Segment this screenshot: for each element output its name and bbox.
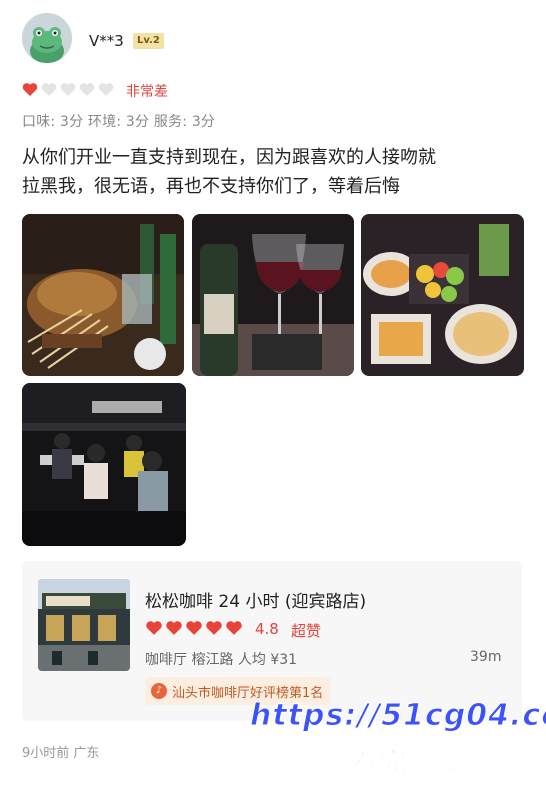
heart-filled-icon	[22, 83, 38, 96]
heart-empty-icon	[98, 83, 114, 96]
heart-filled-icon	[186, 621, 202, 635]
sub-scores: 口味: 3分 环境: 3分 服务: 3分	[22, 114, 216, 130]
watermark-text: 看完整版	[351, 748, 465, 779]
rating-label: 非常差	[126, 84, 168, 100]
heart-filled-icon	[146, 621, 162, 635]
shop-score: 4.8	[255, 620, 279, 638]
review-line-1: 从你们开业一直支持到现在，因为跟喜欢的人接吻就	[22, 147, 436, 168]
shop-name[interactable]: 松松咖啡 24 小时 (迎宾路店)	[145, 587, 366, 612]
review-line-2: 拉黑我，很无语，再也不支持你们了，等着后悔	[22, 176, 400, 197]
heart-empty-icon	[79, 83, 95, 96]
user-avatar[interactable]	[22, 13, 72, 63]
photo-live-band[interactable]	[22, 383, 186, 546]
heart-empty-icon	[41, 83, 57, 96]
heart-filled-icon	[206, 621, 222, 635]
shop-thumbnail[interactable]	[38, 579, 130, 671]
username[interactable]: V**3	[89, 32, 124, 50]
photo-snack-platter[interactable]	[361, 214, 524, 376]
frog-avatar-icon	[22, 13, 72, 63]
watermark-url: https://51cg04.cc	[250, 698, 546, 734]
post-time-location: 9小时前 广东	[22, 746, 100, 761]
heart-filled-icon	[226, 621, 242, 635]
shop-praise-label: 超赞	[291, 622, 322, 640]
heart-empty-icon	[60, 83, 76, 96]
review-text: 从你们开业一直支持到现在，因为跟喜欢的人接吻就 拉黑我，很无语，再也不支持你们了…	[22, 143, 522, 201]
rating-stars	[22, 82, 114, 97]
heart-filled-icon	[166, 621, 182, 635]
level-badge: Lv.2	[133, 33, 164, 49]
shop-rating-stars	[145, 620, 243, 636]
photo-wine-glasses[interactable]	[192, 214, 354, 376]
tiktok-icon: ♪	[151, 683, 167, 699]
shop-distance: 39m	[470, 649, 502, 665]
shop-meta: 咖啡厅 榕江路 人均 ¥31	[145, 652, 298, 668]
photo-bbq-skewers[interactable]	[22, 214, 184, 376]
